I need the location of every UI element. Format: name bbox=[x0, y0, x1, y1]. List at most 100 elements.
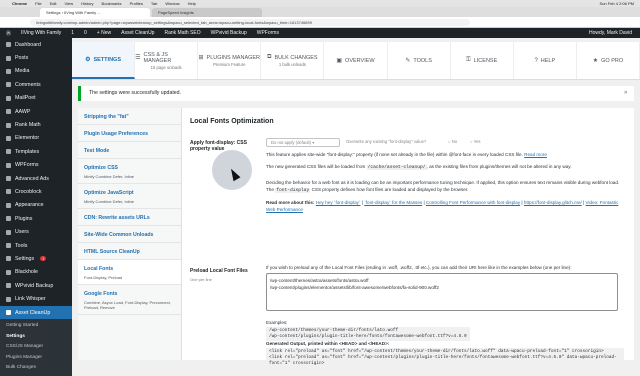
preload-fonts-textarea[interactable]: /wp-content/themes/astra/assets/fonts/as… bbox=[266, 273, 618, 311]
sidebar-item-posts[interactable]: Posts bbox=[0, 51, 72, 64]
sidebar-item-rank-math[interactable]: Rank Math bbox=[0, 118, 72, 131]
read-more-about-label: Read more about this: bbox=[266, 200, 315, 205]
font-display-select[interactable]: Do not apply (default) ▾ bbox=[266, 138, 340, 147]
tab-label: TOOLS bbox=[413, 57, 432, 64]
mac-menu-help[interactable]: Help bbox=[188, 0, 196, 7]
sidebar-item-comments[interactable]: Comments bbox=[0, 78, 72, 91]
override-yes-radio[interactable]: ○ Yes bbox=[470, 139, 480, 144]
tab-overview[interactable]: ▣ OVERVIEW bbox=[324, 42, 388, 79]
submenu-plugins-manager[interactable]: Plugins Manager bbox=[0, 353, 72, 364]
aawp-icon bbox=[6, 109, 11, 115]
gear-icon: ⚙ bbox=[85, 57, 91, 63]
tab-license[interactable]: ⚿ LICENSE bbox=[451, 42, 514, 79]
mac-menu-bookmarks[interactable]: Bookmarks bbox=[102, 0, 122, 7]
settings-nav-site-wide-unloads[interactable]: Site-Wide Common Unloads bbox=[78, 226, 181, 243]
admin-bar-comments[interactable]: 0 bbox=[84, 30, 87, 36]
address-bar[interactable]: livingwithfamily.com/wp-admin/admin.php?… bbox=[30, 18, 470, 26]
settings-nav-stripping-fat[interactable]: Stripping the "fat" bbox=[78, 108, 181, 125]
local-fonts-section: Local Fonts Optimization Apply font-disp… bbox=[190, 108, 628, 369]
sidebar-item-wpvivid-backup[interactable]: WPvivid Backup bbox=[0, 279, 72, 292]
admin-bar-wpforms[interactable]: WPForms bbox=[257, 30, 279, 36]
tab-settings[interactable]: ⚙ SETTINGS bbox=[72, 42, 136, 79]
settings-nav-cdn[interactable]: CDN: Rewrite assets URLs bbox=[78, 209, 181, 226]
settings-nav-optimize-css[interactable]: Optimize CSS Minify Combine Defer, Inline bbox=[78, 159, 181, 184]
users-icon bbox=[6, 229, 11, 235]
mac-app-name[interactable]: Chrome bbox=[12, 0, 27, 7]
list-icon: ☰ bbox=[135, 55, 141, 61]
sidebar-item-advanced-ads[interactable]: Advanced Ads bbox=[0, 172, 72, 185]
sidebar-item-mailpoet[interactable]: MailPoet bbox=[0, 92, 72, 105]
override-no-radio[interactable]: ○ No bbox=[448, 139, 457, 144]
elementor-icon bbox=[6, 135, 11, 141]
link-hey-hey[interactable]: Hey hey `font-display` bbox=[316, 200, 361, 205]
admin-bar-updates[interactable]: 1 bbox=[71, 30, 74, 36]
dismiss-icon[interactable]: ✕ bbox=[624, 86, 628, 101]
admin-bar-wpvivid[interactable]: WPvivid Backup bbox=[211, 30, 247, 36]
browser-tab-pagespeed[interactable]: PageSpeed Insights bbox=[152, 8, 262, 17]
generated-label: Generated Output, printed within <HEAD> … bbox=[266, 341, 390, 346]
mac-menu-profiles[interactable]: Profiles bbox=[130, 0, 143, 7]
sidebar-item-link-whisper[interactable]: Link Whisper bbox=[0, 292, 72, 305]
sidebar-item-label: WPForms bbox=[15, 162, 39, 169]
sidebar-item-aawp[interactable]: AAWP bbox=[0, 105, 72, 118]
admin-bar-howdy[interactable]: Howdy, Mark David bbox=[589, 30, 640, 36]
tab-go-pro[interactable]: ★ GO PRO bbox=[577, 42, 640, 79]
wp-logo-icon[interactable]: Ⓦ bbox=[6, 30, 11, 37]
sidebar-item-label: Rank Math bbox=[15, 122, 41, 129]
sidebar-item-crocoblock[interactable]: Crocoblock bbox=[0, 185, 72, 198]
sidebar-item-tools[interactable]: Tools bbox=[0, 239, 72, 252]
submenu-bulk-changes[interactable]: Bulk Changes bbox=[0, 363, 72, 374]
mac-menu-file[interactable]: File bbox=[35, 0, 41, 7]
settings-nav-html-cleanup[interactable]: HTML Source CleanUp bbox=[78, 243, 181, 260]
settings-nav-plugin-usage[interactable]: Plugin Usage Preferences bbox=[78, 125, 181, 142]
mac-menu-history[interactable]: History bbox=[81, 0, 93, 7]
section-title: Local Fonts Optimization bbox=[190, 118, 274, 125]
sidebar-item-media[interactable]: Media bbox=[0, 65, 72, 78]
settings-nav-test-mode[interactable]: Test Mode bbox=[78, 142, 181, 159]
sidebar-item-users[interactable]: Users bbox=[0, 225, 72, 238]
read-more-link[interactable]: Read more bbox=[524, 152, 547, 157]
tab-help[interactable]: ? HELP bbox=[514, 42, 577, 79]
sidebar-item-settings[interactable]: Settings 1 bbox=[0, 252, 72, 265]
link-controlling[interactable]: Controlling Font Performance with font-d… bbox=[426, 200, 520, 205]
wpvivid-icon bbox=[6, 283, 11, 289]
settings-nav-local-fonts[interactable]: Local Fonts Font-Display, Preload bbox=[78, 260, 181, 285]
submenu-settings[interactable]: Settings bbox=[0, 332, 72, 343]
tab-label: LICENSE bbox=[473, 57, 498, 64]
generated-line: <link rel="preload" as="font" href="/wp-… bbox=[269, 354, 617, 366]
link-glitch[interactable]: https://font-display.glitch.me/ bbox=[524, 200, 582, 205]
tab-css-js-manager[interactable]: ☰ CSS & JS MANAGER 15 page unloads bbox=[135, 42, 199, 79]
mac-menu-window[interactable]: Window bbox=[165, 0, 179, 7]
tab-tools[interactable]: ✎ TOOLS bbox=[388, 42, 451, 79]
sidebar-item-appearance[interactable]: Appearance bbox=[0, 199, 72, 212]
examples-block: Examples: /wp-content/themes/your-theme-… bbox=[266, 320, 624, 341]
admin-bar-site[interactable]: IIVing With Family bbox=[21, 30, 61, 36]
tab-bulk-changes[interactable]: ⧉ BULK CHANGES 1 bulk unloads bbox=[261, 42, 325, 79]
admin-bar-asset-cleanup[interactable]: Asset CleanUp bbox=[121, 30, 154, 36]
tab-plugins-manager[interactable]: ⊞ PLUGINS MANAGER Premium Feature bbox=[198, 42, 262, 79]
sidebar-item-elementor[interactable]: Elementor bbox=[0, 132, 72, 145]
sidebar-item-asset-cleanup[interactable]: Asset CleanUp bbox=[0, 305, 72, 320]
admin-bar-rank-math[interactable]: Rank Math SEO bbox=[164, 30, 200, 36]
sidebar-item-wpforms[interactable]: WPForms bbox=[0, 159, 72, 172]
admin-bar-new[interactable]: + New bbox=[97, 30, 111, 36]
override-label: Overwrite any existing "font-display" va… bbox=[346, 139, 427, 144]
settings-nav-optimize-js[interactable]: Optimize JavaScript Minify Combine Defer,… bbox=[78, 184, 181, 209]
notice-text: The settings were successfully updated. bbox=[89, 90, 181, 96]
mac-menu-edit[interactable]: Edit bbox=[50, 0, 57, 7]
cache-path: /cache/asset-cleanup/ bbox=[366, 165, 427, 170]
browser-tab-settings[interactable]: Settings › IIVing With Family ... bbox=[40, 8, 150, 17]
tab-sub: 15 page unloads bbox=[150, 64, 182, 70]
mac-menu-tab[interactable]: Tab bbox=[151, 0, 157, 7]
settings-icon bbox=[6, 256, 11, 262]
sidebar-item-dashboard[interactable]: Dashboard bbox=[0, 38, 72, 51]
link-masses[interactable]: `font-display` for the Masses bbox=[364, 200, 422, 205]
settings-nav-google-fonts[interactable]: Google Fonts Combine, Async Load, Font-Di… bbox=[78, 285, 181, 315]
sidebar-item-plugins[interactable]: Plugins bbox=[0, 212, 72, 225]
sidebar-item-templates[interactable]: Templates bbox=[0, 145, 72, 158]
submenu-getting-started[interactable]: Getting Started bbox=[0, 321, 72, 332]
submenu-css-js-manager[interactable]: CSS/JS Manager bbox=[0, 342, 72, 353]
sidebar-item-blackhole[interactable]: Blackhole bbox=[0, 266, 72, 279]
mac-clock: Sun Feb 4 2:06 PM bbox=[599, 1, 634, 6]
mac-menu-view[interactable]: View bbox=[64, 0, 73, 7]
